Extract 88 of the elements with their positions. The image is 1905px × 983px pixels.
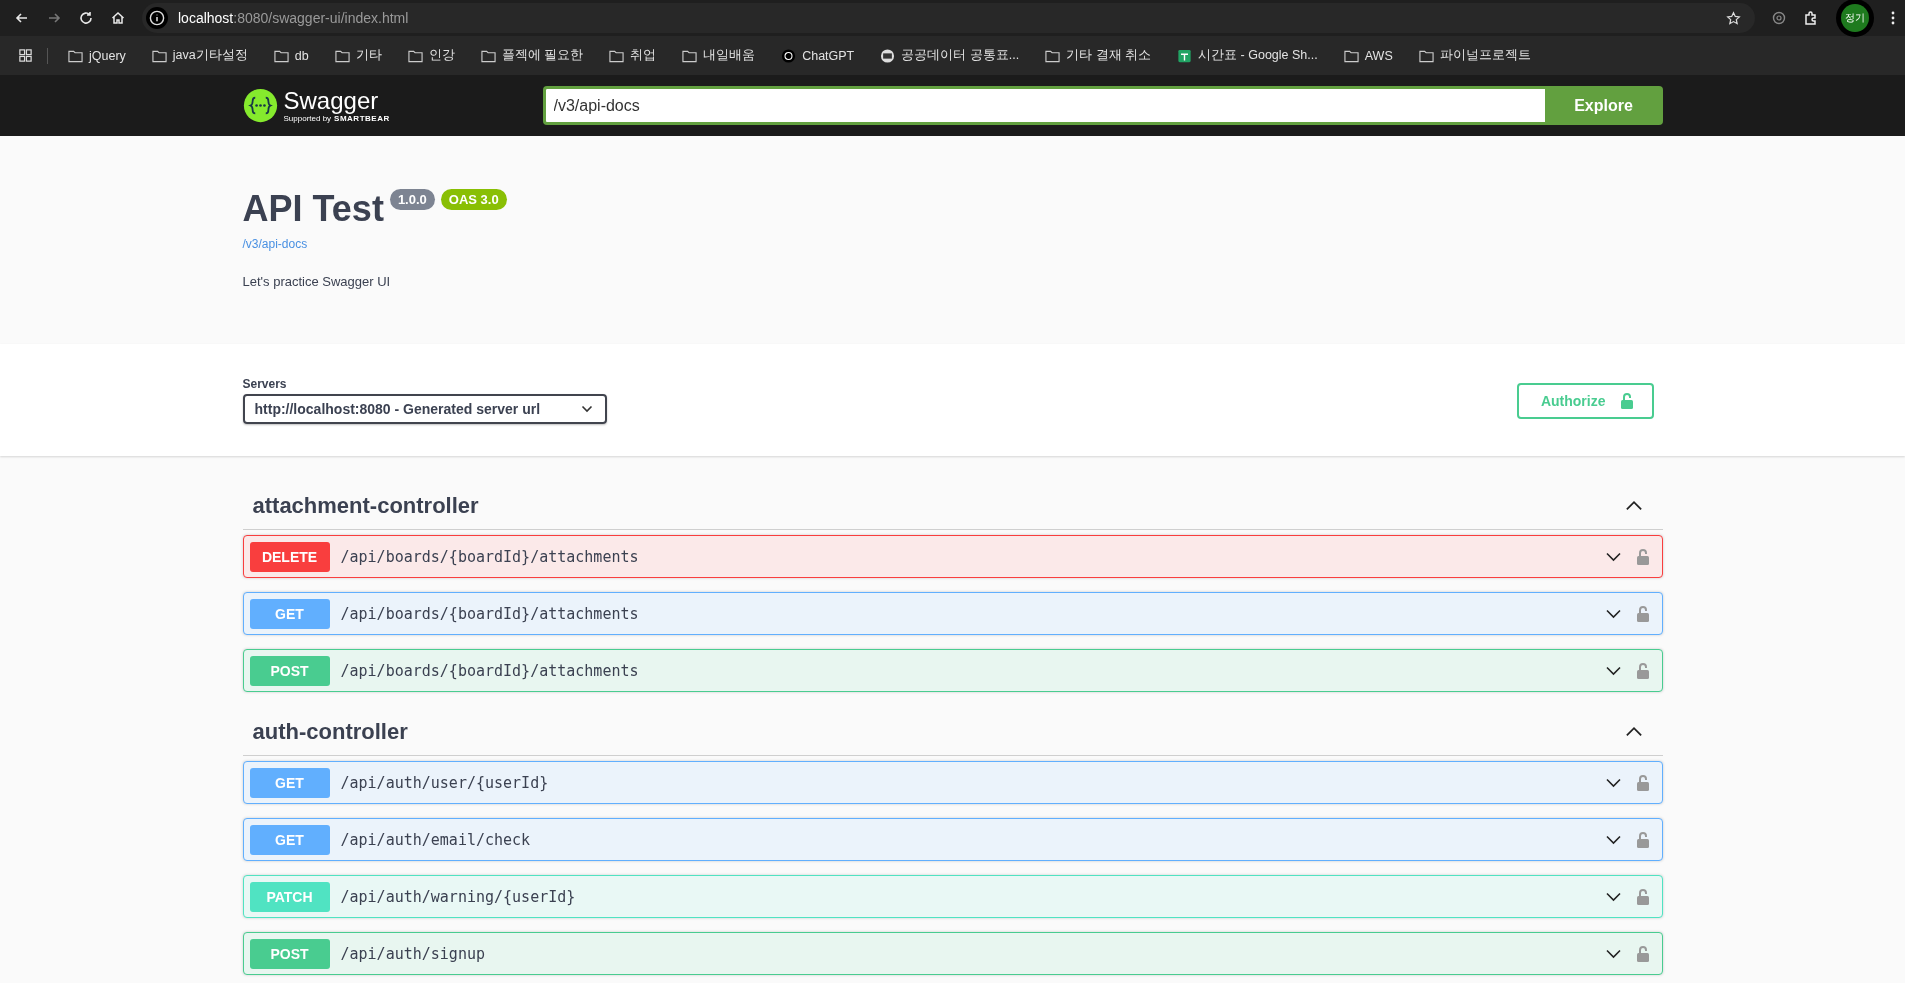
endpoint-path: /api/boards/{boardId}/attachments xyxy=(340,604,639,623)
bookmark-item[interactable]: db xyxy=(267,48,315,63)
folder-icon xyxy=(407,48,423,63)
unlocked-padlock-icon[interactable] xyxy=(1635,604,1650,623)
spreadsheet-icon xyxy=(1177,48,1193,63)
bookmark-item[interactable]: AWS xyxy=(1337,48,1399,63)
bookmark-item[interactable]: 취업 xyxy=(603,47,663,64)
folder-icon xyxy=(1418,48,1434,63)
chevron-down-icon[interactable] xyxy=(1604,834,1622,845)
chevron-up-icon[interactable] xyxy=(1624,726,1643,737)
extensions-icon[interactable] xyxy=(1803,10,1819,26)
bookmark-item[interactable]: 기타 xyxy=(328,47,388,64)
logo-wordmark: Swagger xyxy=(283,88,380,114)
unlocked-padlock-icon[interactable] xyxy=(1635,830,1650,849)
method-badge: DELETE xyxy=(249,541,330,572)
bookmark-item[interactable]: ChatGPT xyxy=(775,48,861,63)
folder-icon xyxy=(682,48,698,63)
folder-icon xyxy=(151,48,167,63)
endpoint-row[interactable]: PATCH /api/auth/warning/{userId} xyxy=(242,875,1663,918)
folder-icon xyxy=(609,48,625,63)
folder-icon xyxy=(334,48,350,63)
method-badge: GET xyxy=(249,824,330,855)
folder-icon xyxy=(480,48,496,63)
bookmark-item[interactable]: 인강 xyxy=(401,47,461,64)
endpoint-row[interactable]: GET /api/auth/email/check xyxy=(242,818,1663,861)
bookmark-item[interactable]: 공공데이터 공통표... xyxy=(874,47,1026,64)
api-description: Let's practice Swagger UI xyxy=(242,274,392,289)
method-badge: POST xyxy=(249,938,330,969)
bookmark-item[interactable]: 기타 결재 취소 xyxy=(1039,47,1158,64)
bookmark-item[interactable]: java기타설정 xyxy=(145,47,254,64)
endpoint-path: /api/boards/{boardId}/attachments xyxy=(340,547,639,566)
endpoint-row[interactable]: POST /api/auth/signup xyxy=(242,932,1663,975)
method-badge: GET xyxy=(249,598,330,629)
unlocked-padlock-icon[interactable] xyxy=(1635,773,1650,792)
endpoint-path: /api/auth/signup xyxy=(340,944,485,963)
address-bar[interactable]: localhost:8080/swagger-ui/index.html xyxy=(142,3,1755,33)
oas-badge: OAS 3.0 xyxy=(440,189,507,210)
unlocked-padlock-icon[interactable] xyxy=(1635,661,1650,680)
endpoint-row[interactable]: GET /api/auth/user/{userId} xyxy=(242,761,1663,804)
spec-url-field[interactable]: /v3/api-docs xyxy=(542,86,1545,125)
servers-label: Servers xyxy=(242,377,288,391)
chevron-down-icon[interactable] xyxy=(1604,777,1622,788)
api-title: API Test xyxy=(242,187,384,231)
folder-icon xyxy=(1343,48,1359,63)
tag-heading[interactable]: auth-controller xyxy=(252,718,408,745)
endpoint-row[interactable]: GET /api/boards/{boardId}/attachments xyxy=(242,592,1663,635)
bookmark-item[interactable]: 플젝에 필요한 xyxy=(474,47,590,64)
chevron-down-icon[interactable] xyxy=(1604,551,1622,562)
endpoint-row[interactable]: POST /api/boards/{boardId}/attachments xyxy=(242,649,1663,692)
logo-tagline: Supported by xyxy=(283,114,332,123)
server-select[interactable]: http://localhost:8080 - Generated server url xyxy=(242,394,607,424)
endpoint-path: /api/auth/email/check xyxy=(340,830,531,849)
chevron-down-icon[interactable] xyxy=(1604,891,1622,902)
chevron-down-icon[interactable] xyxy=(1604,948,1622,959)
bookmark-item[interactable]: 내일배움 xyxy=(676,47,762,64)
sync-icon[interactable] xyxy=(1771,10,1787,26)
method-badge: PATCH xyxy=(249,881,330,912)
knot-logo-icon xyxy=(781,48,797,63)
endpoint-path: /api/boards/{boardId}/attachments xyxy=(340,661,639,680)
swagger-logo-icon xyxy=(242,88,278,123)
endpoint-row[interactable]: DELETE /api/boards/{boardId}/attachments xyxy=(242,535,1663,578)
unlocked-padlock-icon xyxy=(1619,391,1634,410)
folder-icon xyxy=(68,48,83,63)
tag-heading[interactable]: attachment-controller xyxy=(252,492,479,519)
bookmark-item[interactable]: 시간표 - Google Sh... xyxy=(1171,47,1324,64)
home-icon[interactable] xyxy=(110,10,126,26)
unlocked-padlock-icon[interactable] xyxy=(1635,944,1650,963)
chevron-down-icon xyxy=(580,405,593,413)
chevron-down-icon[interactable] xyxy=(1604,665,1622,676)
chevron-up-icon[interactable] xyxy=(1624,500,1643,511)
apps-grid-icon[interactable] xyxy=(18,48,33,63)
method-badge: POST xyxy=(249,655,330,686)
version-badge: 1.0.0 xyxy=(389,189,435,210)
reload-icon[interactable] xyxy=(78,10,94,26)
endpoint-path: /api/auth/warning/{userId} xyxy=(340,887,576,906)
star-icon[interactable] xyxy=(1726,10,1741,26)
chevron-down-icon[interactable] xyxy=(1604,608,1622,619)
menu-icon[interactable] xyxy=(1891,10,1895,26)
folder-icon xyxy=(273,48,289,63)
logo-brand: SMARTBEAR xyxy=(334,114,390,123)
folder-icon xyxy=(1045,48,1061,63)
endpoint-path: /api/auth/user/{userId} xyxy=(340,773,549,792)
info-icon[interactable] xyxy=(146,7,168,29)
method-badge: GET xyxy=(249,767,330,798)
unlocked-padlock-icon[interactable] xyxy=(1635,887,1650,906)
bookmark-item[interactable]: jQuery xyxy=(62,48,132,63)
site-logo-icon xyxy=(880,48,896,63)
bookmark-item[interactable]: 파이널프로젝트 xyxy=(1412,47,1537,64)
